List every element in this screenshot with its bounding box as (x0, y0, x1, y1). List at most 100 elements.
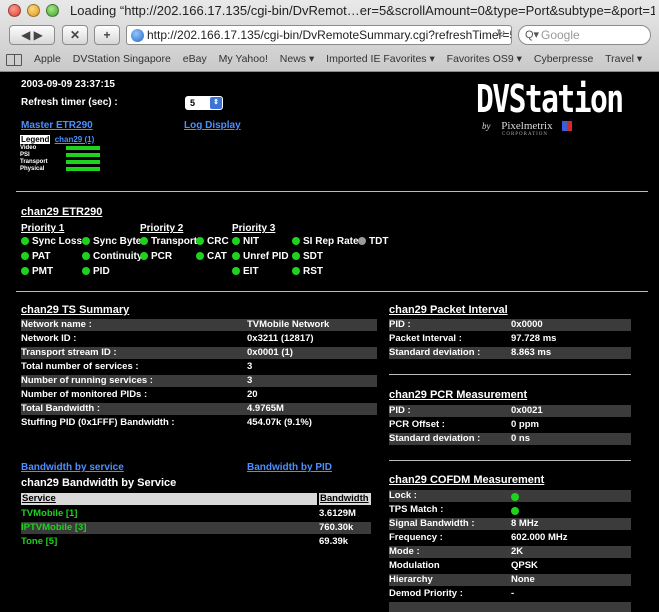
row-value: 97.728 ms (511, 333, 557, 344)
zoom-window-button[interactable] (46, 4, 59, 17)
status-bar (66, 153, 100, 157)
add-bookmark-button[interactable]: + (94, 25, 120, 45)
logo-by-text: by (482, 121, 491, 131)
status-dot (140, 237, 148, 245)
status-label: SDT (303, 251, 323, 262)
row-label: Lock : (389, 490, 417, 501)
stop-button[interactable]: ✕ (62, 25, 88, 45)
row-label: Signal Bandwidth : (389, 518, 475, 529)
search-icon: Q▾ (525, 29, 540, 41)
legend-title: Legend (20, 135, 51, 144)
legend-channel-link[interactable]: chan29 (1) (55, 135, 95, 144)
status-label: Sync Loss (32, 236, 83, 247)
bandwidth-by-pid-link[interactable]: Bandwidth by PID (247, 462, 332, 473)
refresh-timer-value: 5 (190, 98, 196, 108)
row-value: None (511, 574, 535, 585)
globe-icon (131, 29, 144, 42)
row-value: 454.07k (9.1%) (247, 417, 312, 428)
row-value: 0x0021 (511, 405, 543, 416)
table-row: PID : 0x0021 (389, 405, 631, 417)
table-row: Packet Interval : 97.728 ms (389, 333, 631, 345)
status-pid: PID (82, 266, 110, 277)
status-dot (232, 237, 240, 245)
cofdm-title: chan29 COFDM Measurement (389, 474, 545, 486)
status-dot (21, 267, 29, 275)
table-row: Standard deviation : 8.863 ms (389, 347, 631, 359)
bookmark-travel[interactable]: Travel ▾ (605, 53, 642, 65)
status-eit: EIT (232, 266, 259, 277)
row-value: 8 MHz (511, 518, 539, 529)
table-row: Transport stream ID : 0x0001 (1) (21, 347, 377, 359)
status-unref-pid: Unref PID (232, 251, 289, 262)
status-sync-loss: Sync Loss (21, 236, 82, 247)
row-value: 0x0000 (511, 319, 543, 330)
reload-icon[interactable]: ↻ (492, 26, 510, 42)
service-name[interactable]: Tone [5] (21, 536, 57, 548)
column-header-service: Service (21, 493, 317, 505)
status-bar (66, 167, 100, 171)
row-label: Standard deviation : (389, 347, 481, 358)
service-bandwidth: 69.39k (319, 536, 349, 547)
table-row: PID : 0x0000 (389, 319, 631, 331)
row-value: 0x0001 (1) (247, 347, 293, 358)
bookmark-cyberpresse[interactable]: Cyberpresse (534, 53, 594, 65)
bookmark-my-yahoo[interactable]: My Yahoo! (219, 53, 268, 65)
service-name[interactable]: TVMobile [1] (21, 508, 77, 520)
bookmark-dvstation-singapore[interactable]: DVStation Singapore (73, 53, 171, 65)
bookmarks-book-icon[interactable] (6, 54, 22, 66)
status-label: Sync Byte (93, 236, 142, 247)
address-bar[interactable]: http://202.166.17.135/cgi-bin/DvRemoteSu… (126, 25, 512, 45)
close-window-button[interactable] (8, 4, 21, 17)
bookmark-imported-ie-favorites[interactable]: Imported IE Favorites ▾ (326, 53, 435, 65)
address-text: http://202.166.17.135/cgi-bin/DvRemoteSu… (147, 28, 512, 42)
status-label: PCR (151, 251, 173, 262)
legend-row-psi: PSI (20, 152, 110, 159)
status-sync-byte: Sync Byte (82, 236, 141, 247)
table-row: Number of monitored PIDs : 20 (21, 389, 377, 401)
priority-3-heading: Priority 3 (232, 223, 276, 234)
company-name: Pixelmetrix (501, 120, 553, 132)
refresh-timer-select[interactable]: 5 ⇕ (185, 96, 223, 110)
service-name[interactable]: IPTVMobile [3] (21, 522, 86, 534)
table-row: Signal Bandwidth : 8 MHz (389, 518, 631, 530)
row-value: 0x3211 (12817) (247, 333, 314, 344)
column-header-bandwidth: Bandwidth (319, 493, 371, 505)
status-bar (66, 146, 100, 150)
bookmark-ebay[interactable]: eBay (183, 53, 207, 65)
row-value: 602.000 MHz (511, 532, 568, 543)
status-dot (196, 237, 204, 245)
search-input[interactable]: Q▾ Google (518, 25, 651, 45)
status-dot (82, 252, 90, 260)
status-dot (82, 237, 90, 245)
datetime-text: 2003-09-09 23:37:15 (21, 79, 115, 90)
log-display-link[interactable]: Log Display (184, 120, 241, 131)
bookmark-news[interactable]: News ▾ (280, 53, 314, 65)
status-label: PAT (32, 251, 51, 262)
divider (16, 191, 648, 192)
table-row: Hierarchy None (389, 574, 631, 586)
status-dot (232, 252, 240, 260)
tps-match-status (511, 506, 522, 518)
status-si-rep-rate: SI Rep Rate (292, 236, 359, 247)
master-etr290-link[interactable]: Master ETR290 (21, 120, 93, 131)
table-row: Tone [5] 69.39k (21, 536, 371, 548)
row-label: Frequency : (389, 532, 443, 543)
bandwidth-by-service-link[interactable]: Bandwidth by service (21, 462, 124, 473)
status-dot (21, 237, 29, 245)
status-pmt: PMT (21, 266, 53, 277)
row-label: Transport stream ID : (21, 347, 117, 358)
row-value: 20 (247, 389, 258, 400)
back-forward-button[interactable]: ◀ ▶ (9, 25, 55, 45)
status-label: Unref PID (243, 251, 289, 262)
bookmark-favorites-os9[interactable]: Favorites OS9 ▾ (447, 53, 522, 65)
row-value: 3 (247, 361, 253, 372)
table-row: Stuffing PID (0x1FFF) Bandwidth : 454.07k… (21, 417, 377, 429)
minimize-window-button[interactable] (27, 4, 40, 17)
dvstation-logo: DVStation (476, 77, 624, 121)
table-row: Modulation QPSK (389, 560, 631, 572)
bookmark-apple[interactable]: Apple (34, 53, 61, 65)
row-label: Number of running services : (21, 375, 153, 386)
row-label: TPS Match : (389, 504, 444, 515)
table-row: Total number of services : 3 (21, 361, 377, 373)
row-label: Total Bandwidth : (21, 403, 100, 414)
